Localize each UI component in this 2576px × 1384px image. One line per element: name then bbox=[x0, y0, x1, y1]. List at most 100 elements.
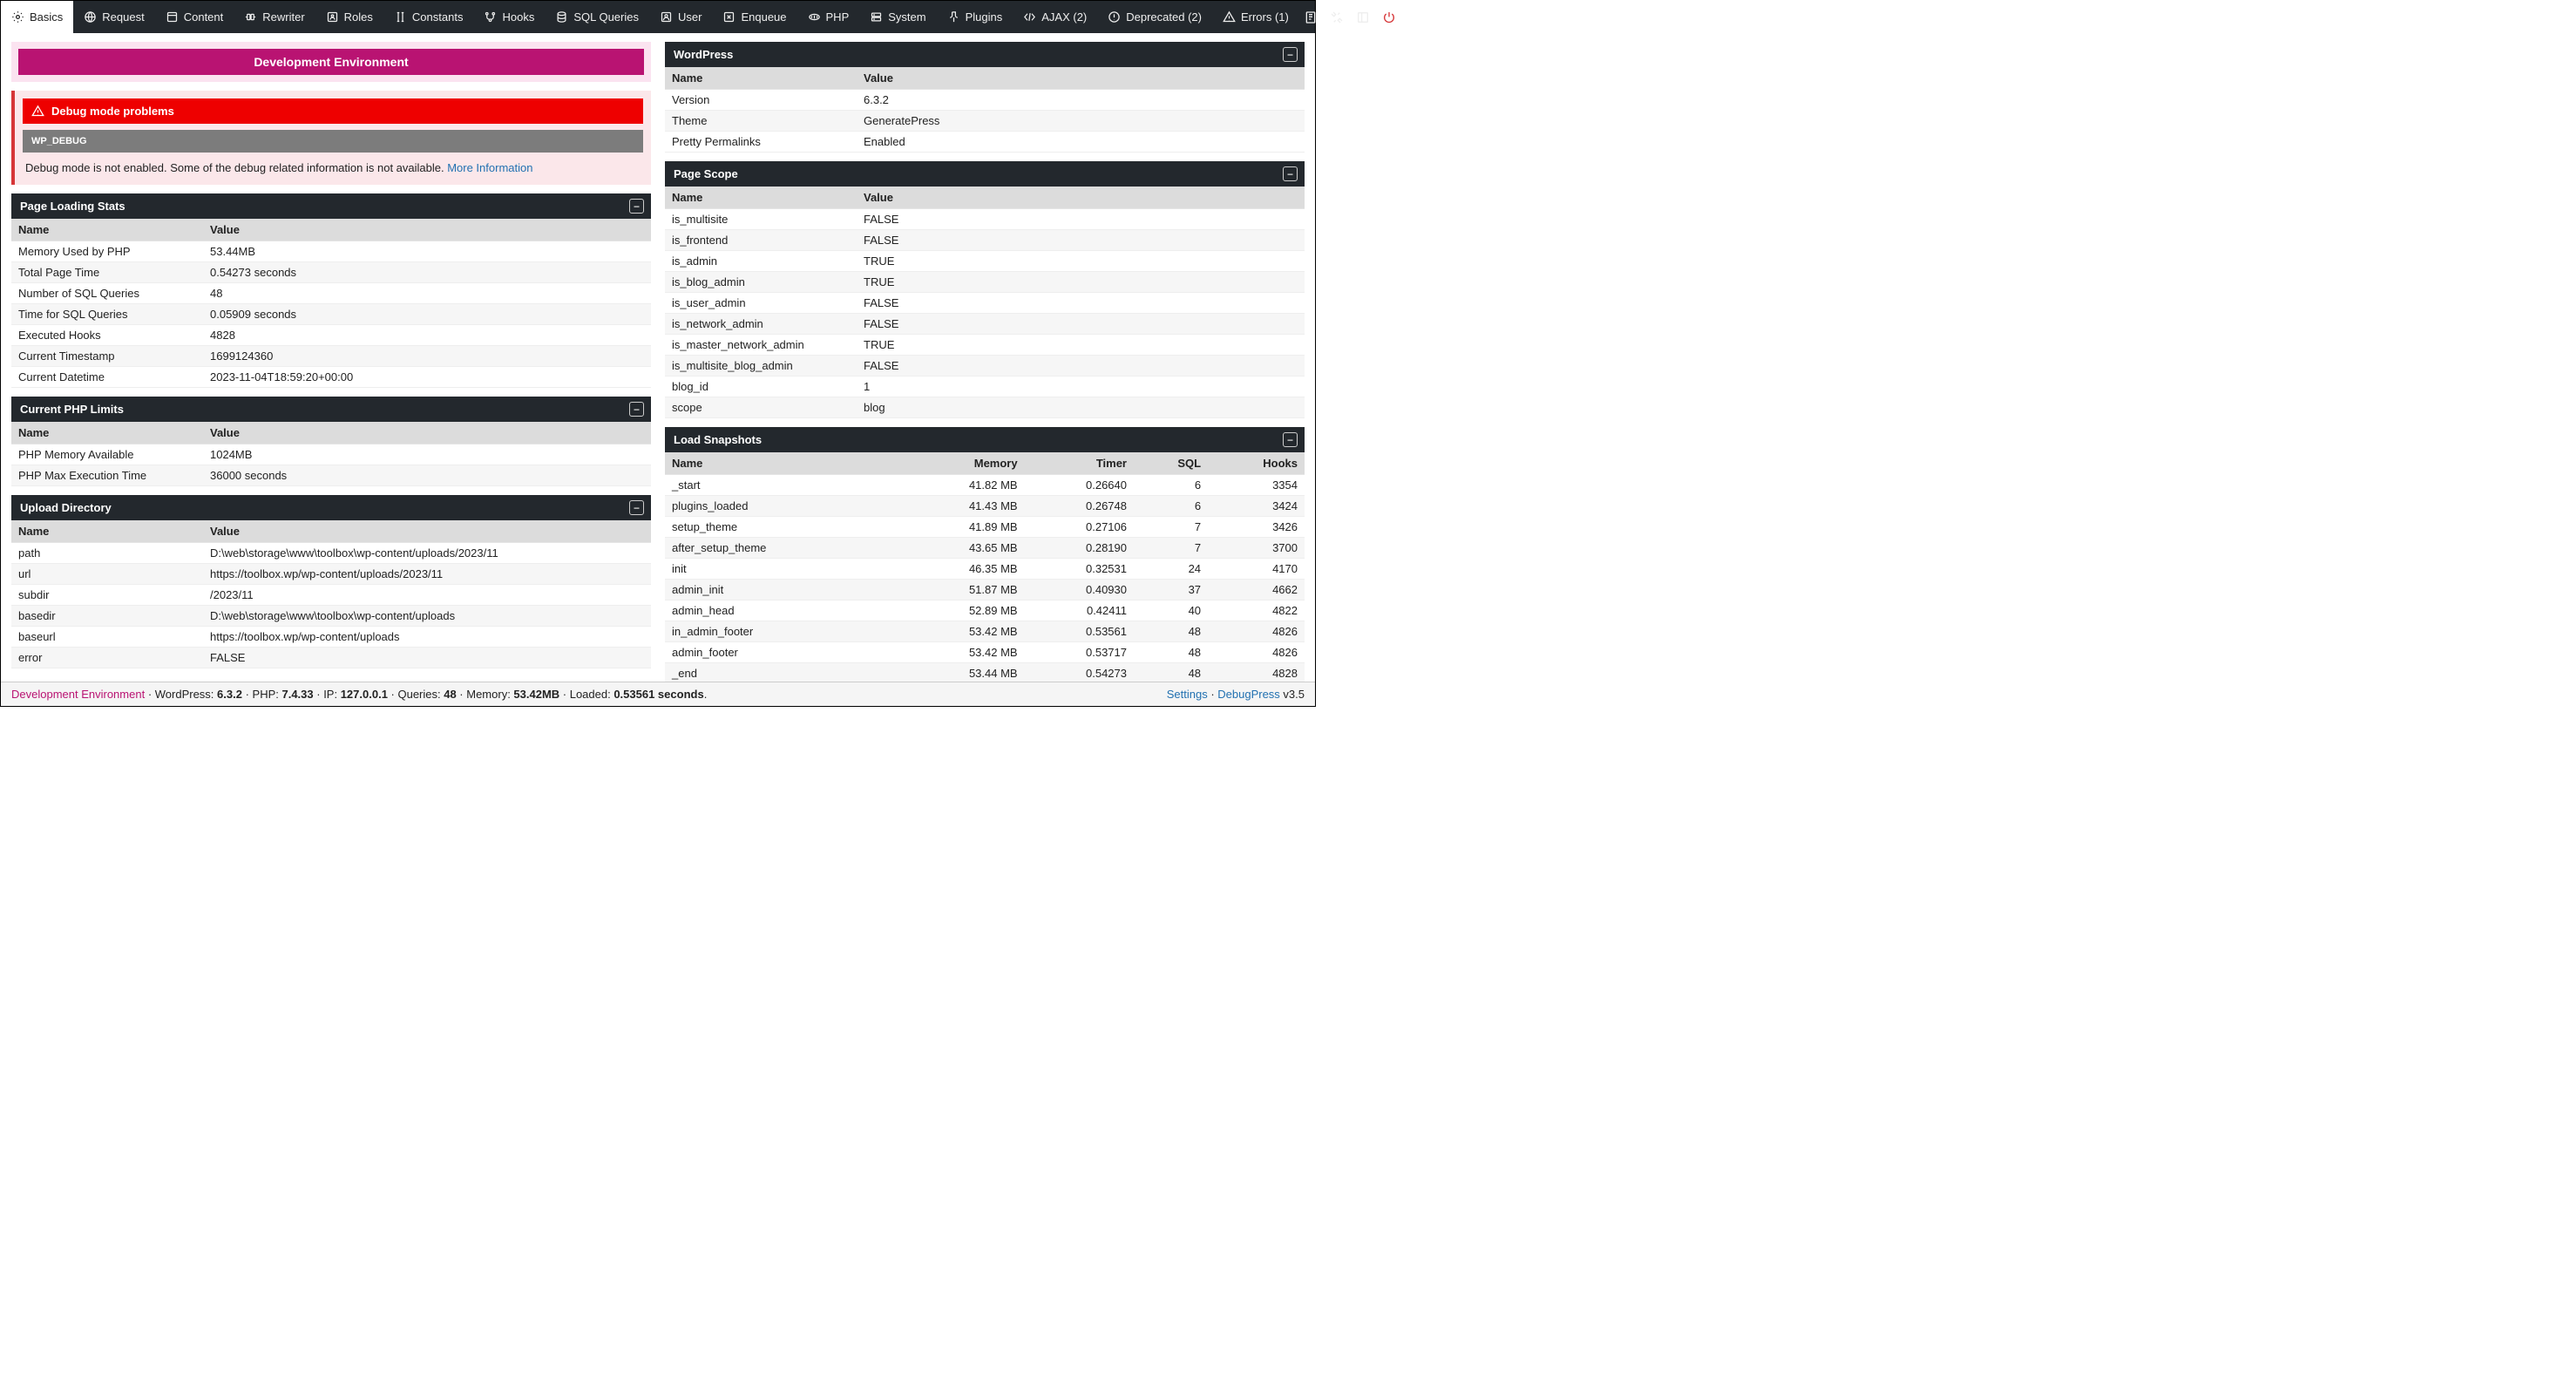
table-row: is_adminTRUE bbox=[665, 251, 1305, 272]
table-row: is_user_adminFALSE bbox=[665, 293, 1305, 314]
table-row: baseurlhttps://toolbox.wp/wp-content/upl… bbox=[11, 627, 651, 648]
col-name: Name bbox=[11, 422, 203, 444]
table-row: PHP Memory Available1024MB bbox=[11, 444, 651, 465]
panel-page-scope: Page Scope − Name Value is_multisiteFALS… bbox=[665, 161, 1305, 418]
table-row: pathD:\web\storage\www\toolbox\wp-conten… bbox=[11, 543, 651, 564]
table-row: Number of SQL Queries48 bbox=[11, 283, 651, 304]
tab-roles[interactable]: Roles bbox=[315, 1, 383, 33]
collapse-icon[interactable]: − bbox=[629, 199, 644, 214]
table-row: scopeblog bbox=[665, 397, 1305, 418]
tab-user[interactable]: User bbox=[649, 1, 712, 33]
more-information-link[interactable]: More Information bbox=[447, 161, 532, 174]
environment-banner-wrap: Development Environment bbox=[11, 42, 651, 82]
col-hooks: Hooks bbox=[1208, 452, 1305, 475]
php-limits-table: Name Value PHP Memory Available1024MBPHP… bbox=[11, 422, 651, 486]
tab-errors-1-[interactable]: Errors (1) bbox=[1212, 1, 1299, 33]
tab-plugins[interactable]: Plugins bbox=[937, 1, 1013, 33]
collapse-icon[interactable]: − bbox=[1283, 166, 1298, 181]
brand-link[interactable]: DebugPress bbox=[1217, 688, 1280, 701]
collapse-icon[interactable]: − bbox=[1283, 47, 1298, 62]
tab-basics[interactable]: Basics bbox=[1, 1, 73, 33]
table-row: _start41.82 MB0.2664063354 bbox=[665, 475, 1305, 496]
tab-content[interactable]: Content bbox=[155, 1, 234, 33]
table-row: Memory Used by PHP53.44MB bbox=[11, 241, 651, 262]
tab-php[interactable]: PHP bbox=[797, 1, 860, 33]
table-row: _end53.44 MB0.54273484828 bbox=[665, 663, 1305, 682]
col-name: Name bbox=[665, 67, 857, 90]
table-row: ThemeGeneratePress bbox=[665, 111, 1305, 132]
snapshots-table: Name Memory Timer SQL Hooks _start41.82 … bbox=[665, 452, 1305, 682]
col-timer: Timer bbox=[1025, 452, 1134, 475]
main-content: Development Environment Debug mode probl… bbox=[1, 33, 1315, 682]
table-row: Executed Hooks4828 bbox=[11, 325, 651, 346]
table-row: admin_footer53.42 MB0.53717484826 bbox=[665, 642, 1305, 663]
table-row: blog_id1 bbox=[665, 377, 1305, 397]
table-row: is_network_adminFALSE bbox=[665, 314, 1305, 335]
table-row: init46.35 MB0.32531244170 bbox=[665, 559, 1305, 580]
tab-request[interactable]: Request bbox=[73, 1, 154, 33]
table-row: errorFALSE bbox=[11, 648, 651, 668]
panel-title: Load Snapshots bbox=[674, 433, 762, 446]
debug-problems-title: Debug mode problems bbox=[51, 105, 174, 118]
table-row: is_frontendFALSE bbox=[665, 230, 1305, 251]
table-row: basedirD:\web\storage\www\toolbox\wp-con… bbox=[11, 606, 651, 627]
settings-link[interactable]: Settings bbox=[1167, 688, 1208, 701]
table-row: Total Page Time0.54273 seconds bbox=[11, 262, 651, 283]
power-icon[interactable] bbox=[1378, 6, 1400, 29]
tab-enqueue[interactable]: Enqueue bbox=[712, 1, 797, 33]
table-row: subdir/2023/11 bbox=[11, 585, 651, 606]
panel-wordpress: WordPress − Name Value Version6.3.2Theme… bbox=[665, 42, 1305, 153]
wp-debug-tag: WP_DEBUG bbox=[23, 130, 643, 153]
page-scope-table: Name Value is_multisiteFALSEis_frontendF… bbox=[665, 187, 1305, 418]
collapse-icon[interactable]: − bbox=[629, 500, 644, 515]
table-row: Current Datetime2023-11-04T18:59:20+00:0… bbox=[11, 367, 651, 388]
top-tab-bar: BasicsRequestContentRewriterRolesConstan… bbox=[1, 1, 1315, 33]
col-value: Value bbox=[203, 422, 651, 444]
file-icon[interactable] bbox=[1299, 6, 1322, 29]
page-loading-table: Name Value Memory Used by PHP53.44MBTota… bbox=[11, 219, 651, 388]
footer-env: Development Environment bbox=[11, 688, 145, 701]
layout-icon[interactable] bbox=[1352, 6, 1374, 29]
table-row: Pretty PermalinksEnabled bbox=[665, 132, 1305, 153]
status-footer: Development Environment · WordPress: 6.3… bbox=[1, 682, 1315, 706]
table-row: plugins_loaded41.43 MB0.2674863424 bbox=[665, 496, 1305, 517]
table-row: is_master_network_adminTRUE bbox=[665, 335, 1305, 356]
table-row: in_admin_footer53.42 MB0.53561484826 bbox=[665, 621, 1305, 642]
footer-right: Settings · DebugPress v3.5 bbox=[1167, 688, 1305, 701]
collapse-icon[interactable]: − bbox=[1283, 432, 1298, 447]
col-value: Value bbox=[857, 187, 1305, 209]
table-row: PHP Max Execution Time36000 seconds bbox=[11, 465, 651, 486]
col-memory: Memory bbox=[900, 452, 1025, 475]
panel-page-loading: Page Loading Stats − Name Value Memory U… bbox=[11, 193, 651, 388]
table-row: urlhttps://toolbox.wp/wp-content/uploads… bbox=[11, 564, 651, 585]
tab-ajax-2-[interactable]: AJAX (2) bbox=[1013, 1, 1097, 33]
table-row: setup_theme41.89 MB0.2710673426 bbox=[665, 517, 1305, 538]
tab-system[interactable]: System bbox=[859, 1, 936, 33]
tab-hooks[interactable]: Hooks bbox=[473, 1, 545, 33]
tab-deprecated-2-[interactable]: Deprecated (2) bbox=[1097, 1, 1212, 33]
footer-left: Development Environment · WordPress: 6.3… bbox=[11, 688, 707, 701]
collapse-icon[interactable]: − bbox=[629, 402, 644, 417]
table-row: after_setup_theme43.65 MB0.2819073700 bbox=[665, 538, 1305, 559]
panel-php-limits: Current PHP Limits − Name Value PHP Memo… bbox=[11, 397, 651, 486]
panel-title: Upload Directory bbox=[20, 501, 112, 514]
table-row: admin_head52.89 MB0.42411404822 bbox=[665, 600, 1305, 621]
col-name: Name bbox=[665, 187, 857, 209]
col-value: Value bbox=[857, 67, 1305, 90]
tools-icon[interactable] bbox=[1325, 6, 1348, 29]
table-row: is_blog_adminTRUE bbox=[665, 272, 1305, 293]
table-row: Current Timestamp1699124360 bbox=[11, 346, 651, 367]
environment-banner: Development Environment bbox=[18, 49, 644, 75]
panel-snapshots: Load Snapshots − Name Memory Timer SQL H… bbox=[665, 427, 1305, 682]
table-row: admin_init51.87 MB0.40930374662 bbox=[665, 580, 1305, 600]
tab-constants[interactable]: Constants bbox=[383, 1, 474, 33]
upload-dir-table: Name Value pathD:\web\storage\www\toolbo… bbox=[11, 520, 651, 668]
tab-rewriter[interactable]: Rewriter bbox=[234, 1, 315, 33]
panel-title: Current PHP Limits bbox=[20, 403, 124, 416]
table-row: is_multisite_blog_adminFALSE bbox=[665, 356, 1305, 377]
table-row: Time for SQL Queries0.05909 seconds bbox=[11, 304, 651, 325]
debug-problems-header: Debug mode problems bbox=[23, 98, 643, 124]
col-value: Value bbox=[203, 219, 651, 241]
tab-sql-queries[interactable]: SQL Queries bbox=[545, 1, 649, 33]
panel-upload-dir: Upload Directory − Name Value pathD:\web… bbox=[11, 495, 651, 668]
